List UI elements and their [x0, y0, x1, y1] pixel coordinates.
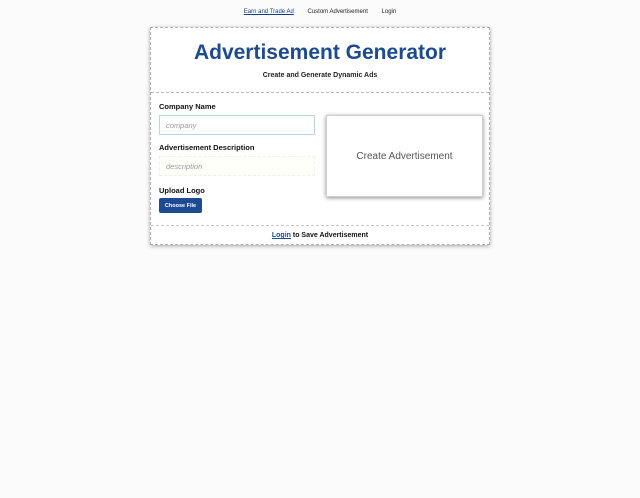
create-advertisement-preview[interactable]: Create Advertisement [326, 115, 483, 197]
company-name-input[interactable] [159, 115, 315, 135]
footer-login-link[interactable]: Login [272, 232, 291, 239]
choose-file-button[interactable]: Choose File [159, 198, 202, 213]
top-nav: Earn and Trade Ad Custom Advertisement L… [0, 8, 640, 16]
advertisement-description-input[interactable] [159, 156, 315, 176]
upload-logo-label: Upload Logo [159, 186, 205, 195]
footer-save-text: to Save Advertisement [290, 232, 369, 239]
nav-link-login[interactable]: Login [382, 8, 397, 16]
company-name-label: Company Name [159, 102, 216, 111]
create-advertisement-label: Create Advertisement [356, 150, 453, 162]
card-header: Advertisement Generator Create and Gener… [151, 28, 489, 93]
page-subtitle: Create and Generate Dynamic Ads [262, 72, 378, 79]
nav-link-earn-and-trade-ad[interactable]: Earn and Trade Ad [244, 8, 294, 16]
ad-generator-card: Advertisement Generator Create and Gener… [150, 27, 490, 245]
nav-link-custom-advertisement[interactable]: Custom Advertisement [308, 8, 368, 16]
page-title: Advertisement Generator [193, 41, 447, 64]
card-footer: Login to Save Advertisement [151, 225, 489, 246]
advertisement-description-label: Advertisement Description [159, 143, 255, 152]
